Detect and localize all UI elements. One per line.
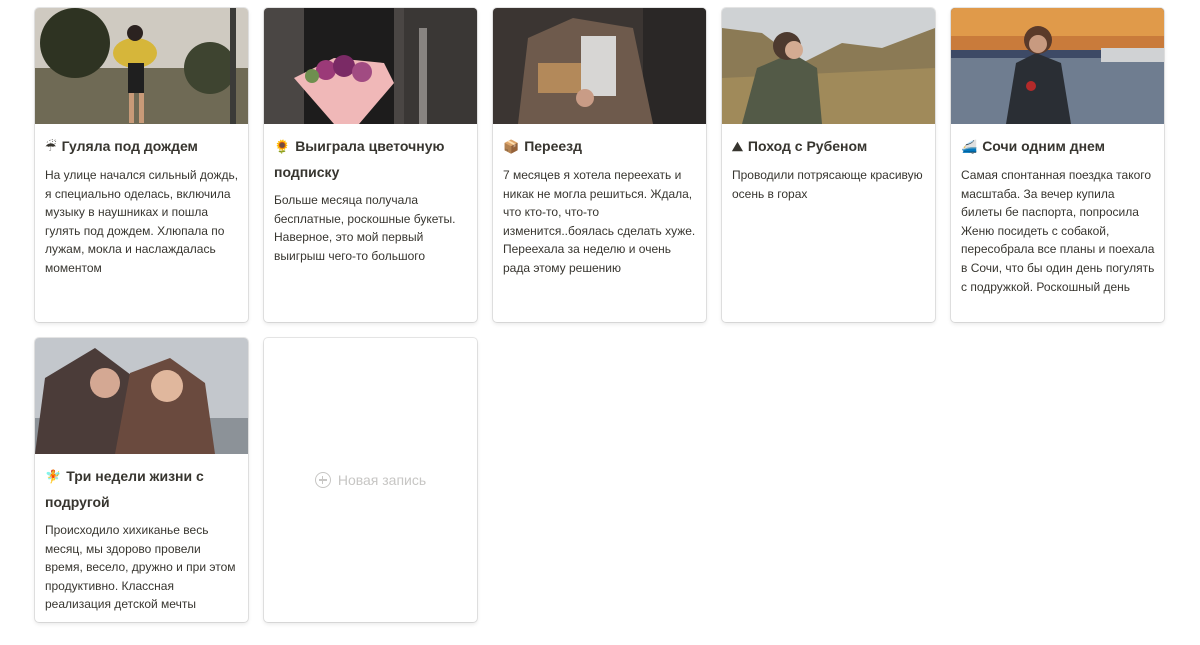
gallery-card[interactable]: 🧚 Три недели жизни с подругой Происходило… xyxy=(35,338,248,622)
card-cover-image xyxy=(35,8,248,124)
card-description: 7 месяцев я хотела переехать и никак не … xyxy=(503,168,696,275)
gallery-card[interactable]: ⛰ Поход с Рубеном Проводили потрясающе кр… xyxy=(722,8,935,322)
gallery-card[interactable]: 📦 Переезд 7 месяцев я хотела переехать и … xyxy=(493,8,706,322)
card-description: На улице начался сильный дождь, я специа… xyxy=(45,168,239,275)
card-cover-image xyxy=(493,8,706,124)
gallery-card[interactable]: 🌻 Выиграла цветочную подписку Больше меся… xyxy=(264,8,477,322)
card-cover-image xyxy=(35,338,248,454)
card-cover-image xyxy=(722,8,935,124)
card-description: Самая спонтанная поездка такого масштаба… xyxy=(961,168,1155,294)
card-cover-image xyxy=(264,8,477,124)
new-entry-label: Новая запись xyxy=(337,472,427,488)
umbrella-icon: ☔ xyxy=(45,140,57,155)
card-title: ⛰ Поход с Рубеном xyxy=(732,138,868,155)
new-entry-button[interactable]: Новая запись xyxy=(264,338,477,622)
package-icon: 📦 xyxy=(503,140,520,155)
card-title: 🌻 Выиграла цветочную подписку xyxy=(274,138,445,180)
card-title: 🧚 Три недели жизни с подругой xyxy=(45,468,204,510)
card-description: Происходило хихиканье весь месяц, мы здо… xyxy=(45,523,236,612)
card-title: 🚄 Сочи одним днем xyxy=(961,138,1105,155)
card-cover-image xyxy=(951,8,1164,124)
sunflower-icon: 🌻 xyxy=(274,140,291,155)
card-description: Проводили потрясающе красивую осень в го… xyxy=(732,168,923,201)
gallery-card[interactable]: 🚄 Сочи одним днем Самая спонтанная поездк… xyxy=(951,8,1164,322)
card-description: Больше месяца получала бесплатные, роско… xyxy=(274,193,456,263)
gallery-view: ☔ Гуляла под дождем На улице начался силь… xyxy=(0,0,1200,645)
card-title: 📦 Переезд xyxy=(503,138,583,155)
card-title: ☔ Гуляла под дождем xyxy=(45,138,198,155)
fairy-icon: 🧚 xyxy=(45,470,62,485)
gallery-card[interactable]: ☔ Гуляла под дождем На улице начался силь… xyxy=(35,8,248,322)
plus-circle-icon xyxy=(314,472,331,488)
train-icon: 🚄 xyxy=(961,140,978,155)
mountain-icon: ⛰ xyxy=(732,140,743,155)
